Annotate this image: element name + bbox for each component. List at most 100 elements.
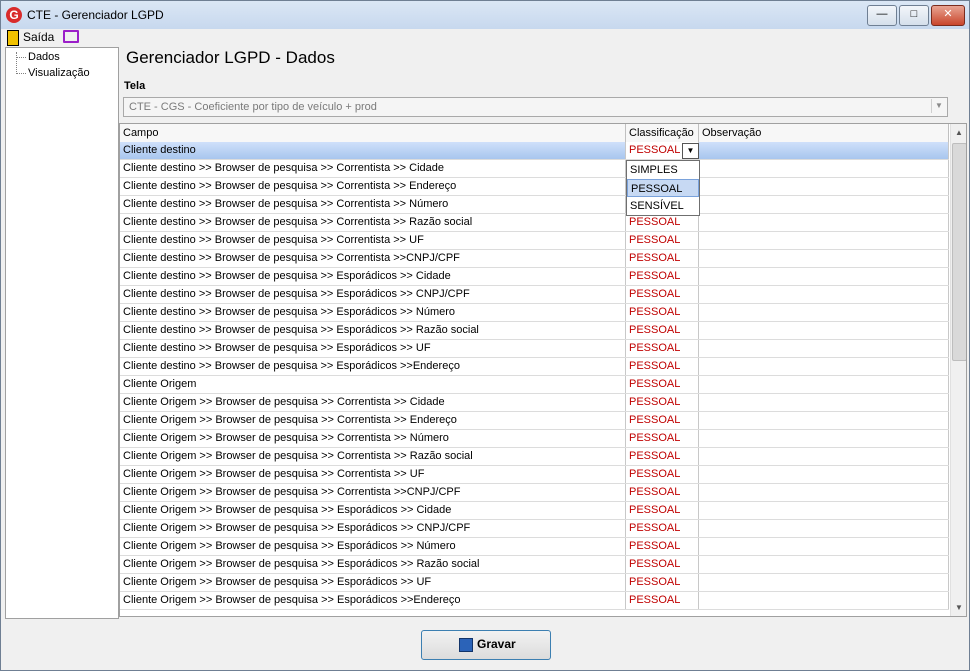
- cell-classificacao[interactable]: PESSOAL: [626, 250, 699, 267]
- cell-classificacao[interactable]: PESSOAL: [626, 466, 699, 483]
- cell-classificacao[interactable]: PESSOAL: [626, 340, 699, 357]
- cell-classificacao[interactable]: PESSOAL: [626, 448, 699, 465]
- cell-observacao[interactable]: [699, 448, 949, 465]
- cell-observacao[interactable]: [699, 592, 949, 609]
- dropdown-option-sensivel[interactable]: SENSÍVEL: [627, 197, 699, 215]
- cell-observacao[interactable]: [699, 376, 949, 393]
- table-row[interactable]: Cliente Origem >> Browser de pesquisa >>…: [120, 484, 949, 502]
- table-row[interactable]: Cliente Origem >> Browser de pesquisa >>…: [120, 574, 949, 592]
- cell-observacao[interactable]: [699, 484, 949, 501]
- cell-classificacao[interactable]: PESSOAL: [626, 430, 699, 447]
- cell-classificacao[interactable]: PESSOAL: [626, 304, 699, 321]
- cell-campo[interactable]: Cliente destino: [120, 142, 626, 159]
- table-row[interactable]: Cliente destino >> Browser de pesquisa >…: [120, 178, 949, 196]
- cell-observacao[interactable]: [699, 520, 949, 537]
- tree-item-visualizacao[interactable]: Visualização: [28, 67, 90, 79]
- cell-observacao[interactable]: [699, 358, 949, 375]
- cell-classificacao[interactable]: PESSOAL: [626, 268, 699, 285]
- table-row[interactable]: Cliente destino >> Browser de pesquisa >…: [120, 196, 949, 214]
- cell-observacao[interactable]: [699, 430, 949, 447]
- chevron-down-icon[interactable]: ▼: [682, 143, 699, 159]
- cell-classificacao[interactable]: PESSOAL: [626, 502, 699, 519]
- cell-observacao[interactable]: [699, 250, 949, 267]
- cell-observacao[interactable]: [699, 394, 949, 411]
- cell-campo[interactable]: Cliente Origem >> Browser de pesquisa >>…: [120, 556, 626, 573]
- table-row[interactable]: Cliente Origem >> Browser de pesquisa >>…: [120, 448, 949, 466]
- cell-campo[interactable]: Cliente destino >> Browser de pesquisa >…: [120, 178, 626, 195]
- cell-campo[interactable]: Cliente destino >> Browser de pesquisa >…: [120, 322, 626, 339]
- cell-classificacao[interactable]: PESSOAL: [626, 484, 699, 501]
- table-row[interactable]: Cliente Origem PESSOAL: [120, 376, 949, 394]
- table-row[interactable]: Cliente destino >> Browser de pesquisa >…: [120, 214, 949, 232]
- cell-campo[interactable]: Cliente Origem >> Browser de pesquisa >>…: [120, 502, 626, 519]
- cell-campo[interactable]: Cliente Origem >> Browser de pesquisa >>…: [120, 484, 626, 501]
- cell-observacao[interactable]: [699, 538, 949, 555]
- cell-observacao[interactable]: [699, 232, 949, 249]
- column-header-observacao[interactable]: Observação: [699, 124, 949, 142]
- table-row[interactable]: Cliente destino >> Browser de pesquisa >…: [120, 358, 949, 376]
- cell-classificacao[interactable]: PESSOAL: [626, 520, 699, 537]
- cell-campo[interactable]: Cliente destino >> Browser de pesquisa >…: [120, 232, 626, 249]
- cell-classificacao[interactable]: PESSOAL: [626, 358, 699, 375]
- tela-select[interactable]: CTE - CGS - Coeficiente por tipo de veíc…: [123, 97, 948, 117]
- cell-classificacao[interactable]: PESSOAL: [626, 538, 699, 555]
- scroll-thumb[interactable]: [952, 143, 966, 361]
- cell-campo[interactable]: Cliente destino >> Browser de pesquisa >…: [120, 196, 626, 213]
- cell-classificacao[interactable]: PESSOAL: [626, 556, 699, 573]
- table-row[interactable]: Cliente destino >> Browser de pesquisa >…: [120, 304, 949, 322]
- monitor-icon[interactable]: [63, 30, 79, 43]
- cell-classificacao[interactable]: PESSOAL: [626, 376, 699, 393]
- cell-campo[interactable]: Cliente destino >> Browser de pesquisa >…: [120, 268, 626, 285]
- cell-observacao[interactable]: [699, 502, 949, 519]
- cell-campo[interactable]: Cliente destino >> Browser de pesquisa >…: [120, 160, 626, 177]
- table-row[interactable]: Cliente Origem >> Browser de pesquisa >>…: [120, 502, 949, 520]
- tree-item-dados[interactable]: Dados: [28, 51, 60, 63]
- cell-observacao[interactable]: [699, 160, 949, 177]
- cell-observacao[interactable]: [699, 556, 949, 573]
- cell-classificacao[interactable]: PESSOAL: [626, 286, 699, 303]
- cell-campo[interactable]: Cliente destino >> Browser de pesquisa >…: [120, 286, 626, 303]
- table-row[interactable]: Cliente destino >> Browser de pesquisa >…: [120, 322, 949, 340]
- table-row[interactable]: Cliente Origem >> Browser de pesquisa >>…: [120, 412, 949, 430]
- cell-observacao[interactable]: [699, 178, 949, 195]
- cell-classificacao[interactable]: PESSOAL: [626, 574, 699, 591]
- cell-campo[interactable]: Cliente Origem >> Browser de pesquisa >>…: [120, 592, 626, 609]
- cell-campo[interactable]: Cliente destino >> Browser de pesquisa >…: [120, 250, 626, 267]
- scroll-down-icon[interactable]: ▼: [951, 600, 966, 616]
- vertical-scrollbar[interactable]: ▲ ▼: [950, 124, 966, 616]
- cell-campo[interactable]: Cliente Origem >> Browser de pesquisa >>…: [120, 466, 626, 483]
- minimize-button[interactable]: —: [867, 5, 897, 26]
- table-row[interactable]: Cliente Origem >> Browser de pesquisa >>…: [120, 592, 949, 610]
- table-row[interactable]: Cliente destino >> Browser de pesquisa >…: [120, 268, 949, 286]
- table-row[interactable]: Cliente destino >> Browser de pesquisa >…: [120, 250, 949, 268]
- cell-campo[interactable]: Cliente Origem >> Browser de pesquisa >>…: [120, 538, 626, 555]
- cell-observacao[interactable]: [699, 574, 949, 591]
- cell-classificacao[interactable]: PESSOAL: [626, 214, 699, 231]
- table-row[interactable]: Cliente Origem >> Browser de pesquisa >>…: [120, 466, 949, 484]
- cell-observacao[interactable]: [699, 304, 949, 321]
- table-row[interactable]: Cliente Origem >> Browser de pesquisa >>…: [120, 430, 949, 448]
- table-row[interactable]: Cliente destino >> Browser de pesquisa >…: [120, 160, 949, 178]
- cell-classificacao[interactable]: PESSOAL: [626, 394, 699, 411]
- table-row[interactable]: Cliente destino >> Browser de pesquisa >…: [120, 340, 949, 358]
- cell-observacao[interactable]: [699, 286, 949, 303]
- save-button[interactable]: Gravar: [421, 630, 551, 660]
- cell-campo[interactable]: Cliente Origem >> Browser de pesquisa >>…: [120, 574, 626, 591]
- table-row[interactable]: Cliente destino >> Browser de pesquisa >…: [120, 286, 949, 304]
- cell-campo[interactable]: Cliente Origem >> Browser de pesquisa >>…: [120, 520, 626, 537]
- table-row[interactable]: Cliente Origem >> Browser de pesquisa >>…: [120, 538, 949, 556]
- cell-campo[interactable]: Cliente destino >> Browser de pesquisa >…: [120, 340, 626, 357]
- cell-observacao[interactable]: [699, 196, 949, 213]
- chevron-down-icon[interactable]: ▼: [931, 99, 946, 113]
- cell-classificacao[interactable]: PESSOAL: [626, 232, 699, 249]
- dropdown-option-pessoal[interactable]: PESSOAL: [627, 179, 699, 197]
- cell-campo[interactable]: Cliente Origem: [120, 376, 626, 393]
- table-row[interactable]: Cliente Origem >> Browser de pesquisa >>…: [120, 394, 949, 412]
- cell-observacao[interactable]: [699, 466, 949, 483]
- cell-observacao[interactable]: [699, 142, 949, 159]
- table-row[interactable]: Cliente Origem >> Browser de pesquisa >>…: [120, 520, 949, 538]
- cell-observacao[interactable]: [699, 268, 949, 285]
- cell-observacao[interactable]: [699, 340, 949, 357]
- maximize-button[interactable]: □: [899, 5, 929, 26]
- cell-classificacao[interactable]: PESSOAL: [626, 412, 699, 429]
